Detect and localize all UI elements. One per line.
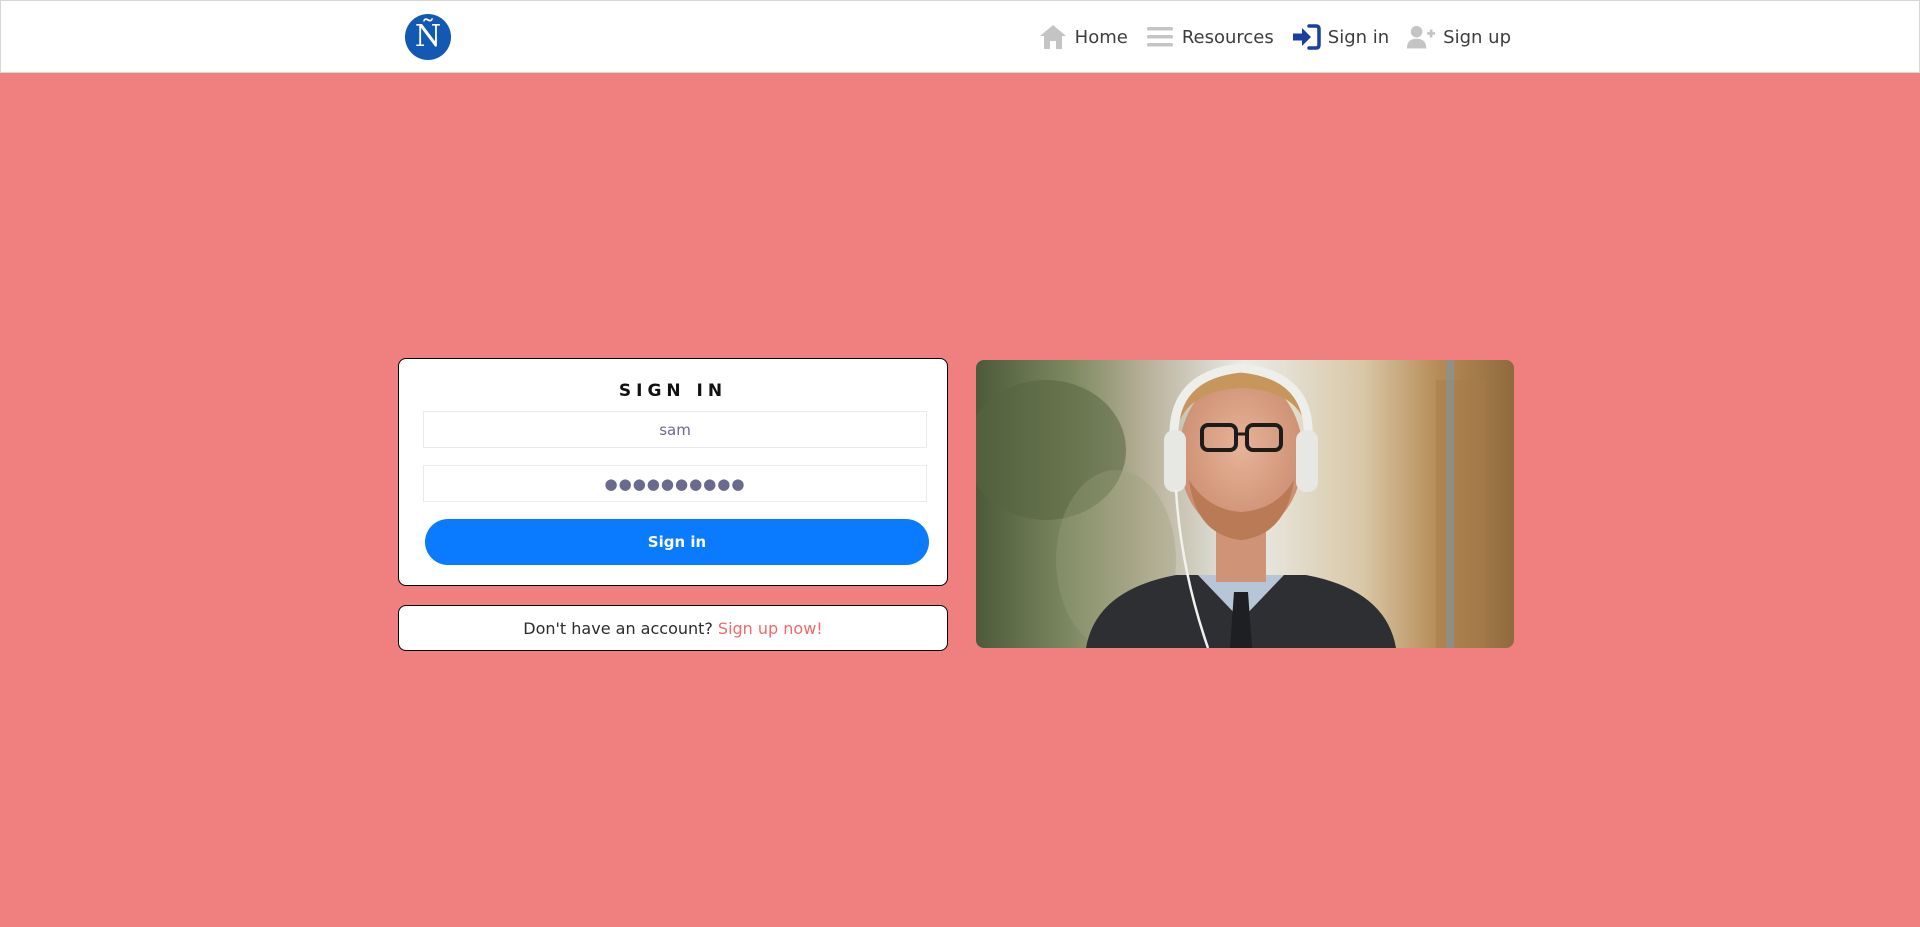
logo-letter: Ñ [414, 19, 442, 54]
username-field[interactable] [423, 411, 927, 448]
top-navbar: Ñ Home Resources Sign in Sign up [0, 0, 1920, 73]
menu-icon [1145, 23, 1175, 51]
nav-sign-up-label: Sign up [1443, 26, 1511, 48]
user-plus-icon [1406, 23, 1436, 51]
logo[interactable]: Ñ [405, 14, 451, 60]
hero-photo [976, 360, 1514, 648]
sign-in-card: SIGN IN Sign in [398, 358, 948, 586]
sign-up-link[interactable]: Sign up now! [718, 619, 823, 638]
nav-sign-in-label: Sign in [1327, 26, 1390, 48]
nav-home-label: Home [1074, 26, 1128, 48]
sign-up-prompt-box: Don't have an account? Sign up now! [398, 605, 948, 651]
sign-up-prompt: Don't have an account? [523, 618, 713, 638]
main-nav: Home Resources Sign in Sign up [1021, 1, 1511, 73]
nav-sign-up[interactable]: Sign up [1406, 23, 1511, 51]
nav-resources-label: Resources [1181, 26, 1274, 48]
nav-resources[interactable]: Resources [1145, 23, 1274, 51]
sign-in-title: SIGN IN [618, 381, 728, 401]
nav-sign-in[interactable]: Sign in [1291, 23, 1389, 51]
home-icon [1038, 23, 1068, 51]
sign-in-icon [1291, 23, 1321, 51]
sign-in-button[interactable]: Sign in [425, 519, 929, 565]
nav-home[interactable]: Home [1038, 23, 1128, 51]
password-field[interactable] [423, 465, 927, 502]
